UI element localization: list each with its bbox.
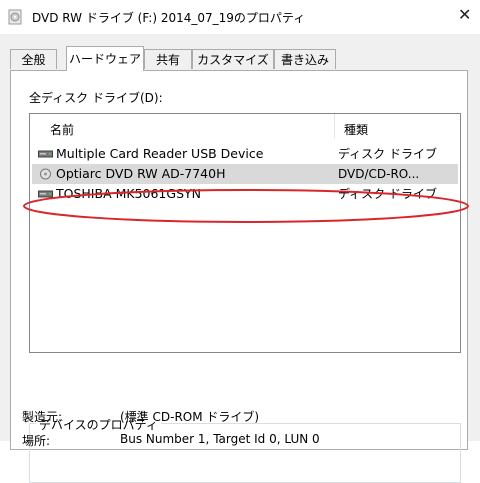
dialog-body: 全般 ハードウェア 共有 カスタマイズ 書き込み 全ディスク ドライブ(D): …	[0, 34, 480, 483]
column-header-type[interactable]: 種類	[344, 121, 368, 138]
column-divider[interactable]	[334, 114, 335, 138]
all-disk-drives-label: 全ディスク ドライブ(D):	[29, 91, 163, 105]
drive-type: ディスク ドライブ	[338, 187, 437, 201]
drive-row[interactable]: Multiple Card Reader USB Device ディスク ドライ…	[32, 144, 458, 164]
drive-row[interactable]: TOSHIBA MK5061GSYN ディスク ドライブ	[32, 184, 458, 204]
location-value: Bus Number 1, Target Id 0, LUN 0	[120, 432, 320, 446]
window-title: DVD RW ドライブ (F:) 2014_07_19のプロパティ	[32, 11, 306, 25]
manufacturer-value: (標準 CD-ROM ドライブ)	[120, 410, 260, 424]
tab-recording[interactable]: 書き込み	[274, 49, 336, 69]
drive-name: Optiarc DVD RW AD-7740H	[56, 166, 226, 181]
disk-drive-icon	[38, 190, 53, 198]
tab-sharing[interactable]: 共有	[144, 49, 192, 69]
drive-type: ディスク ドライブ	[338, 147, 437, 161]
optical-drive-icon	[40, 168, 51, 180]
drive-list[interactable]: 名前 種類 Multiple Card Reader USB Device ディ…	[29, 113, 461, 353]
dvd-drive-icon	[8, 9, 22, 25]
drive-type: DVD/CD-RO...	[338, 167, 420, 181]
disk-drive-icon	[38, 150, 53, 158]
column-header-name[interactable]: 名前	[50, 121, 74, 138]
tab-general[interactable]: 全般	[10, 49, 57, 69]
hardware-panel: 全ディスク ドライブ(D): 名前 種類 Multiple Card Reade…	[10, 70, 469, 483]
drive-name: Multiple Card Reader USB Device	[56, 146, 264, 161]
title-bar: DVD RW ドライブ (F:) 2014_07_19のプロパティ ✕	[0, 0, 480, 34]
close-button[interactable]: ✕	[458, 6, 471, 24]
tab-customize[interactable]: カスタマイズ	[192, 49, 274, 69]
tab-hardware[interactable]: ハードウェア	[66, 46, 144, 71]
manufacturer-label: 製造元:	[22, 410, 63, 424]
drive-name: TOSHIBA MK5061GSYN	[56, 186, 201, 201]
drive-row-selected[interactable]: Optiarc DVD RW AD-7740H DVD/CD-RO...	[32, 164, 458, 184]
